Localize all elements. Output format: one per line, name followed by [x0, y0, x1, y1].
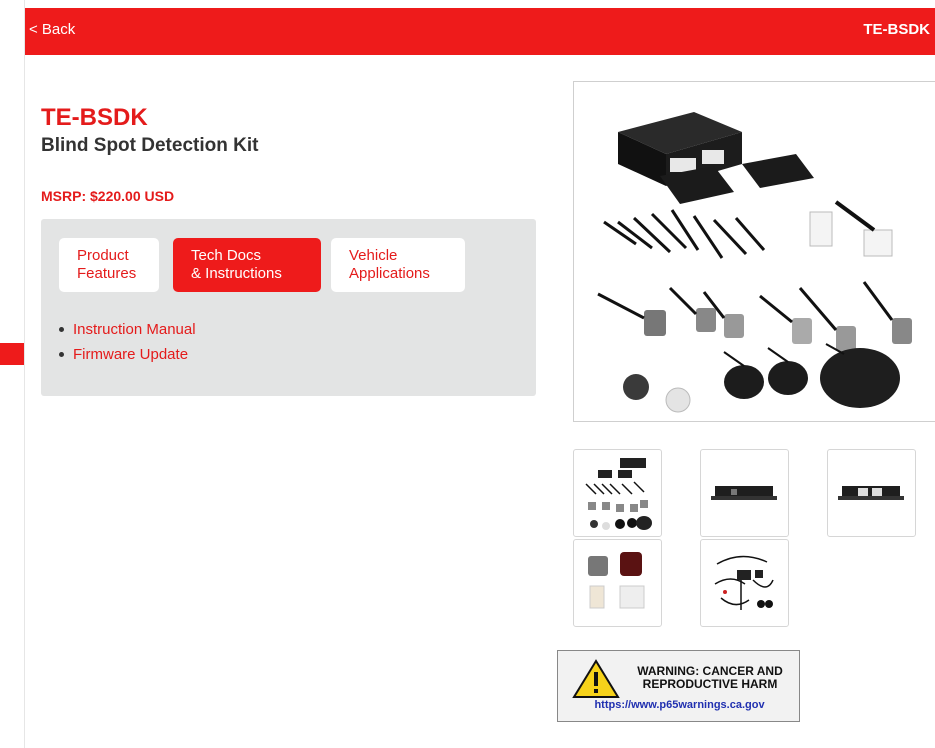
tab-label-line2: Applications	[349, 265, 430, 282]
instruction-manual-link[interactable]: Instruction Manual	[73, 321, 196, 338]
warning-text: WARNING: CANCER AND REPRODUCTIVE HARM	[637, 664, 783, 691]
tab-label-line1: Tech Docs	[191, 247, 262, 264]
tab-tech-docs[interactable]: Tech Docs & Instructions	[173, 238, 321, 292]
list-item: Firmware Update	[57, 342, 196, 367]
docs-list: Instruction Manual Firmware Update	[57, 317, 196, 367]
header-sku: TE-BSDK	[863, 21, 930, 38]
warning-url-link[interactable]: https://www.p65warnings.ca.gov	[558, 699, 801, 711]
thumbnail-connectors[interactable]	[573, 539, 662, 627]
firmware-update-link[interactable]: Firmware Update	[73, 346, 188, 363]
product-main-image	[573, 81, 935, 422]
tab-product-features[interactable]: Product Features	[59, 238, 159, 292]
product-price: MSRP: $220.00 USD	[41, 188, 175, 204]
tab-label-line1: Product	[77, 247, 129, 264]
tab-label-line2: & Instructions	[191, 265, 282, 282]
thumbnail-wiring[interactable]	[700, 539, 789, 627]
product-name: Blind Spot Detection Kit	[41, 135, 259, 156]
top-bar: < Back TE-BSDK	[25, 8, 935, 55]
tab-label-line1: Vehicle	[349, 247, 398, 264]
tab-panel: Product Features Tech Docs & Instruction…	[41, 219, 536, 396]
product-code: TE-BSDK	[41, 104, 148, 131]
tab-label-line2: Features	[77, 265, 137, 282]
warning-triangle-icon	[572, 659, 620, 698]
thumbnail-kit[interactable]	[573, 449, 662, 537]
thumbnail-module-side[interactable]	[700, 449, 789, 537]
list-item: Instruction Manual	[57, 317, 196, 342]
back-link[interactable]: < Back	[29, 21, 75, 38]
tab-vehicle-applications[interactable]: Vehicle Applications	[331, 238, 465, 292]
thumbnail-module-front[interactable]	[827, 449, 916, 537]
prop65-warning: WARNING: CANCER AND REPRODUCTIVE HARM ht…	[557, 650, 800, 722]
page-frame: < Back TE-BSDK TE-BSDK Blind Spot Detect…	[24, 0, 935, 748]
